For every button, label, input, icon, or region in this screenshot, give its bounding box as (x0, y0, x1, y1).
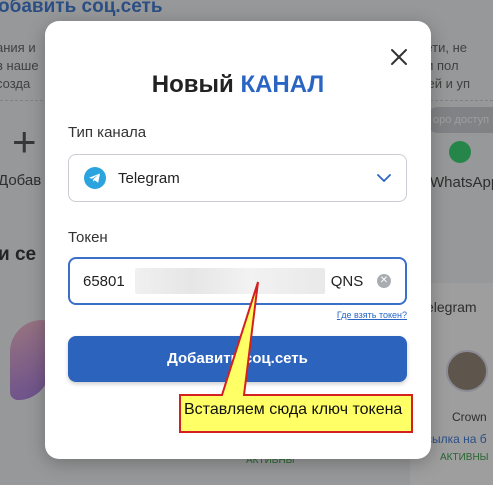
new-channel-modal: Новый КАНАЛ Тип канала Telegram Токен 65… (45, 21, 431, 459)
close-button[interactable] (389, 47, 409, 67)
close-icon (391, 49, 407, 65)
clear-icon[interactable]: ✕ (377, 274, 391, 288)
add-social-button[interactable]: Добавить соц.сеть (68, 336, 407, 382)
token-label: Токен (68, 229, 108, 246)
chevron-down-icon (377, 174, 391, 183)
modal-title: Новый КАНАЛ (45, 71, 431, 99)
modal-title-part2: КАНАЛ (240, 71, 325, 98)
token-value-start: 65801 (83, 272, 125, 290)
channel-type-label: Тип канала (68, 124, 147, 141)
annotation-text: Вставляем сюда ключ токена (184, 401, 403, 418)
token-input[interactable]: 65801 QNS ✕ (68, 257, 407, 305)
channel-type-value: Telegram (118, 169, 180, 187)
telegram-icon (84, 167, 106, 189)
where-get-token-link[interactable]: Где взять токен? (337, 310, 407, 320)
token-value-end: QNS (330, 272, 364, 290)
token-blurred-segment (134, 268, 325, 294)
channel-type-select[interactable]: Telegram (68, 154, 407, 202)
modal-title-part1: Новый (151, 71, 234, 98)
